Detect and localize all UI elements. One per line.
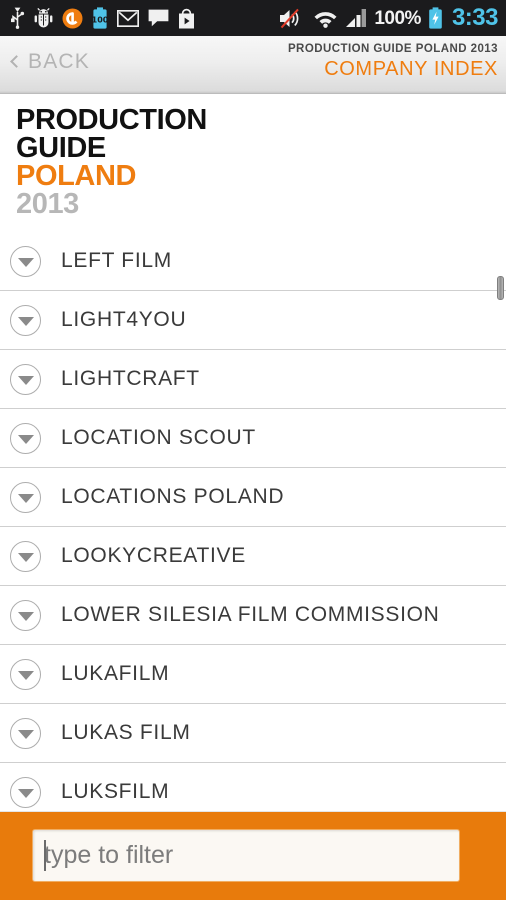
cellular-signal-icon <box>345 8 367 28</box>
triangle-down-glyph <box>17 316 34 326</box>
list-item[interactable]: LOCATION SCOUT <box>0 409 506 468</box>
list-item-label: LUKAS FILM <box>61 721 191 744</box>
usb-icon <box>10 7 25 29</box>
chevron-down-circle-icon[interactable] <box>10 363 41 395</box>
list-item[interactable]: LOCATIONS POLAND <box>0 468 506 527</box>
wifi-icon <box>313 9 338 28</box>
app-screen: 100 100% 3:33 BACK PRODUCTION GUIDE POLA… <box>0 0 506 900</box>
text-cursor <box>44 840 46 871</box>
triangle-down-glyph <box>17 788 34 798</box>
logo-line-production: PRODUCTION <box>16 104 207 136</box>
android-debug-icon <box>34 7 53 29</box>
chevron-down-circle-icon[interactable] <box>10 717 41 749</box>
status-bar: 100 100% 3:33 <box>0 0 506 36</box>
list-item[interactable]: LIGHT4YOU <box>0 291 506 350</box>
list-item[interactable]: LOWER SILESIA FILM COMMISSION <box>0 586 506 645</box>
company-index-list[interactable]: LEFT FILM LIGHT4YOU LIGHTCRAFT LOCATION SCO… <box>0 232 506 812</box>
logo-line-poland: POLAND <box>16 160 137 192</box>
chevron-down-circle-icon[interactable] <box>10 245 41 277</box>
list-item-label: LIGHT4YOU <box>61 308 187 331</box>
app-header: BACK PRODUCTION GUIDE POLAND 2013 COMPAN… <box>0 36 506 94</box>
header-title-group: PRODUCTION GUIDE POLAND 2013 COMPANY IND… <box>288 42 498 81</box>
triangle-down-glyph <box>17 670 34 680</box>
chevron-down-circle-icon[interactable] <box>10 422 41 454</box>
filter-bar <box>0 812 506 900</box>
triangle-down-glyph <box>17 434 34 444</box>
list-item-label: LUKAFILM <box>61 662 170 685</box>
production-guide-logo: PRODUCTION GUIDE POLAND 2013 <box>0 94 506 232</box>
status-bar-right-icons: 100% 3:33 <box>279 4 499 31</box>
filter-input-wrapper <box>32 829 460 882</box>
triangle-down-glyph <box>17 729 34 739</box>
back-button-label: BACK <box>28 50 90 73</box>
speaker-mute-icon <box>279 8 306 29</box>
triangle-down-glyph <box>17 375 34 385</box>
battery-percent-label: 100% <box>374 7 421 29</box>
list-scrollbar-thumb[interactable] <box>497 276 504 300</box>
logo-line-year: 2013 <box>16 188 79 220</box>
triangle-down-glyph <box>17 493 34 503</box>
chevron-down-circle-icon[interactable] <box>10 540 41 572</box>
header-superscript: PRODUCTION GUIDE POLAND 2013 <box>287 43 498 55</box>
list-item[interactable]: LEFT FILM <box>0 232 506 291</box>
svg-text:100: 100 <box>92 16 108 25</box>
list-item-label: LUKSFILM <box>61 780 170 803</box>
gmail-icon <box>117 9 139 27</box>
triangle-down-glyph <box>17 257 34 267</box>
chevron-down-circle-icon[interactable] <box>10 599 41 631</box>
orange-app-icon <box>62 8 83 29</box>
back-button[interactable]: BACK <box>10 50 90 74</box>
list-item[interactable]: LIGHTCRAFT <box>0 350 506 409</box>
list-item-label: LOOKYCREATIVE <box>61 544 246 567</box>
list-item[interactable]: LOOKYCREATIVE <box>0 527 506 586</box>
messaging-icon <box>148 9 169 27</box>
chevron-down-circle-icon[interactable] <box>10 658 41 690</box>
triangle-down-glyph <box>17 552 34 562</box>
list-item-label: LIGHTCRAFT <box>61 367 200 390</box>
play-store-icon <box>178 8 195 29</box>
list-item-label: LOCATIONS POLAND <box>61 485 285 508</box>
list-item-label: LOCATION SCOUT <box>61 426 256 449</box>
chevron-left-icon <box>10 55 23 68</box>
list-item[interactable]: LUKSFILM <box>0 763 506 812</box>
chevron-down-circle-icon[interactable] <box>10 481 41 513</box>
logo-line-guide: GUIDE <box>16 132 106 164</box>
chevron-down-circle-icon[interactable] <box>10 776 41 808</box>
page-title[interactable]: COMPANY INDEX <box>288 57 498 81</box>
battery-charging-icon <box>428 7 443 29</box>
triangle-down-glyph <box>17 611 34 621</box>
chevron-down-circle-icon[interactable] <box>10 304 41 336</box>
list-item[interactable]: LUKAFILM <box>0 645 506 704</box>
list-item-label: LOWER SILESIA FILM COMMISSION <box>61 603 440 626</box>
list-item[interactable]: LUKAS FILM <box>0 704 506 763</box>
filter-input[interactable] <box>32 829 460 882</box>
battery-100-icon: 100 <box>92 7 108 29</box>
status-bar-left-icons: 100 <box>10 7 195 29</box>
list-item-label: LEFT FILM <box>61 249 172 272</box>
clock-label: 3:33 <box>451 4 499 31</box>
